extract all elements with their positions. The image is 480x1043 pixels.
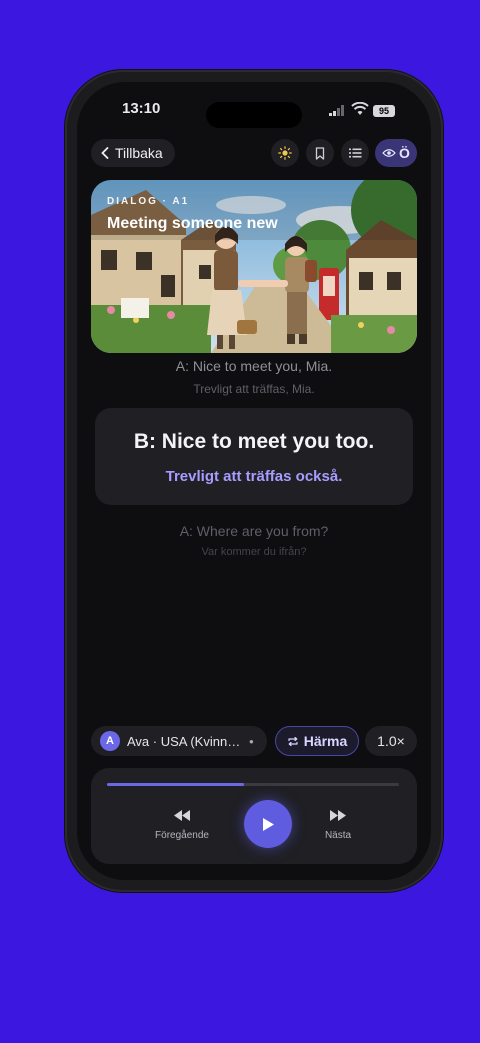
- previous-line-text[interactable]: A: Nice to meet you, Mia.: [77, 358, 431, 374]
- previous-line-translation: Trevligt att träffas, Mia.: [193, 382, 315, 396]
- list-icon: [348, 148, 361, 158]
- dialog-level-tag: DIALOG · A1: [107, 196, 190, 207]
- status-bar: 13:10 95: [77, 92, 431, 128]
- play-icon: [262, 817, 274, 831]
- phone-frame: 13:10 95 Tillbaka Ö DIALOG · A1 Meeting …: [65, 70, 443, 892]
- next-line-translation: Var kommer du ifrån?: [201, 546, 307, 558]
- audio-player: Föregående Nästa: [91, 768, 417, 864]
- speed-button[interactable]: 1.0×: [365, 726, 417, 756]
- battery-icon: 95: [373, 105, 395, 117]
- dialog-illustration: DIALOG · A1 Meeting someone new: [91, 180, 417, 353]
- voice-avatar: A: [100, 731, 120, 751]
- next-line-text[interactable]: A: Where are you from?: [77, 523, 431, 539]
- current-line-translation: Trevligt att träffas också.: [165, 468, 343, 485]
- chevron-left-icon: [101, 147, 109, 159]
- previous-button[interactable]: Föregående: [141, 808, 223, 841]
- eye-icon: [382, 149, 396, 157]
- current-line-card[interactable]: B: Nice to meet you too. Trevligt att tr…: [95, 408, 413, 505]
- progress-fill: [107, 783, 245, 786]
- previous-label: Föregående: [155, 830, 209, 841]
- next-label: Nästa: [324, 830, 352, 841]
- theme-button[interactable]: [271, 139, 299, 167]
- mimic-label: Härma: [303, 733, 348, 749]
- sun-icon: [278, 146, 292, 160]
- dropdown-dot-icon: ●: [249, 736, 254, 746]
- app-screen: 13:10 95 Tillbaka Ö DIALOG · A1 Meeting …: [77, 82, 431, 880]
- rewind-icon: [174, 810, 190, 821]
- signal-icon: [329, 105, 344, 116]
- status-time: 13:10: [122, 100, 161, 117]
- back-button[interactable]: Tillbaka: [91, 139, 175, 167]
- mimic-button[interactable]: Härma: [275, 726, 359, 756]
- back-label: Tillbaka: [115, 145, 163, 161]
- dialog-title: Meeting someone new: [107, 215, 278, 232]
- progress-bar[interactable]: [107, 783, 399, 786]
- repeat-icon: [288, 736, 298, 746]
- voice-label: Ava · USA (Kvinnlig): [127, 733, 241, 749]
- current-line-text: B: Nice to meet you too.: [133, 430, 375, 453]
- top-bar: Tillbaka Ö: [91, 139, 417, 167]
- list-button[interactable]: [341, 139, 369, 167]
- fast-forward-icon: [330, 810, 346, 821]
- play-button[interactable]: [244, 800, 292, 848]
- next-button[interactable]: Nästa: [301, 808, 375, 841]
- voice-selector[interactable]: A Ava · USA (Kvinnlig) ●: [91, 726, 267, 756]
- translation-toggle-button[interactable]: Ö: [375, 139, 417, 167]
- wifi-icon: [351, 102, 369, 115]
- bookmark-button[interactable]: [306, 139, 334, 167]
- bookmark-icon: [315, 146, 325, 160]
- translation-toggle-label: Ö: [399, 145, 410, 161]
- dynamic-island: [206, 102, 302, 128]
